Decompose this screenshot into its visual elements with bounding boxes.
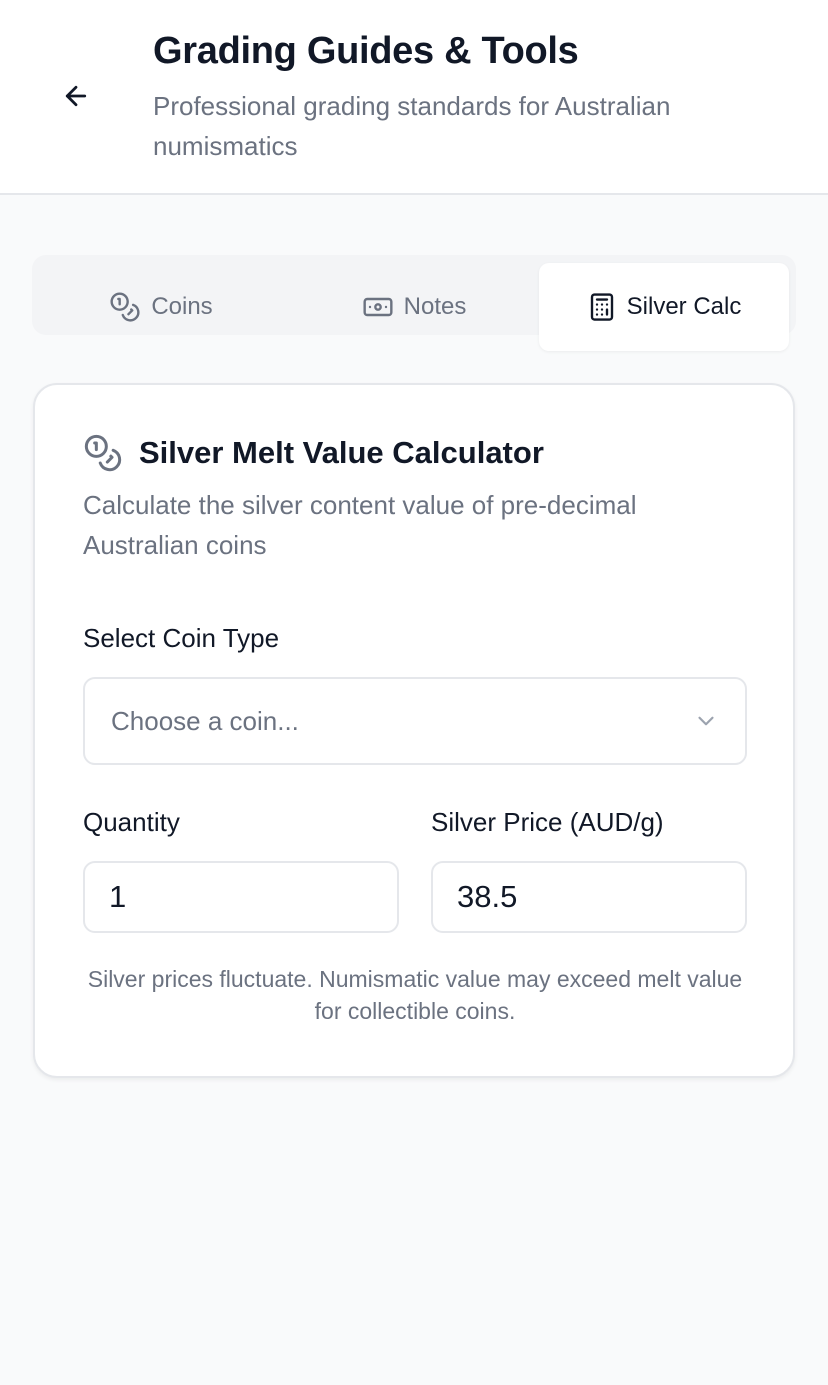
app-header: Grading Guides & Tools Professional grad… bbox=[0, 0, 828, 195]
arrow-left-icon bbox=[65, 85, 87, 107]
back-button[interactable] bbox=[56, 76, 96, 116]
silver-price-label: Silver Price (AUD/g) bbox=[431, 807, 664, 837]
disclaimer-note: Silver prices fluctuate. Numismatic valu… bbox=[87, 966, 743, 1024]
tab-silver-calc-label: Silver Calc bbox=[626, 293, 742, 320]
page-title: Grading Guides & Tools bbox=[153, 30, 579, 72]
chevron-down-icon bbox=[698, 716, 714, 726]
tab-silver-calc[interactable]: Silver Calc bbox=[539, 263, 789, 351]
coins-icon bbox=[110, 292, 140, 322]
card-description: Calculate the silver content value of pr… bbox=[83, 490, 637, 560]
banknote-icon bbox=[363, 297, 393, 317]
card-title: Silver Melt Value Calculator bbox=[139, 435, 544, 470]
quantity-label: Quantity bbox=[83, 807, 180, 837]
tab-coins-label: Coins bbox=[151, 293, 213, 320]
tab-notes[interactable]: Notes bbox=[290, 263, 538, 351]
tab-bar: Coins Notes Silver Calc bbox=[32, 255, 796, 351]
coins-icon bbox=[84, 434, 122, 472]
card-header: Silver Melt Value Calculator bbox=[83, 433, 544, 473]
calculator-icon bbox=[590, 293, 613, 321]
tab-notes-label: Notes bbox=[403, 293, 467, 320]
coin-type-label: Select Coin Type bbox=[83, 623, 280, 653]
silver-calculator-card: Silver Melt Value Calculator Calculate t… bbox=[33, 383, 795, 1078]
coin-type-select[interactable]: Choose a coin... bbox=[83, 677, 747, 765]
quantity-input[interactable] bbox=[83, 861, 399, 933]
coin-type-placeholder: Choose a coin... bbox=[111, 705, 299, 736]
silver-price-input[interactable] bbox=[431, 861, 747, 933]
tab-coins[interactable]: Coins bbox=[32, 263, 290, 351]
page-subtitle: Professional grading standards for Austr… bbox=[153, 91, 671, 161]
